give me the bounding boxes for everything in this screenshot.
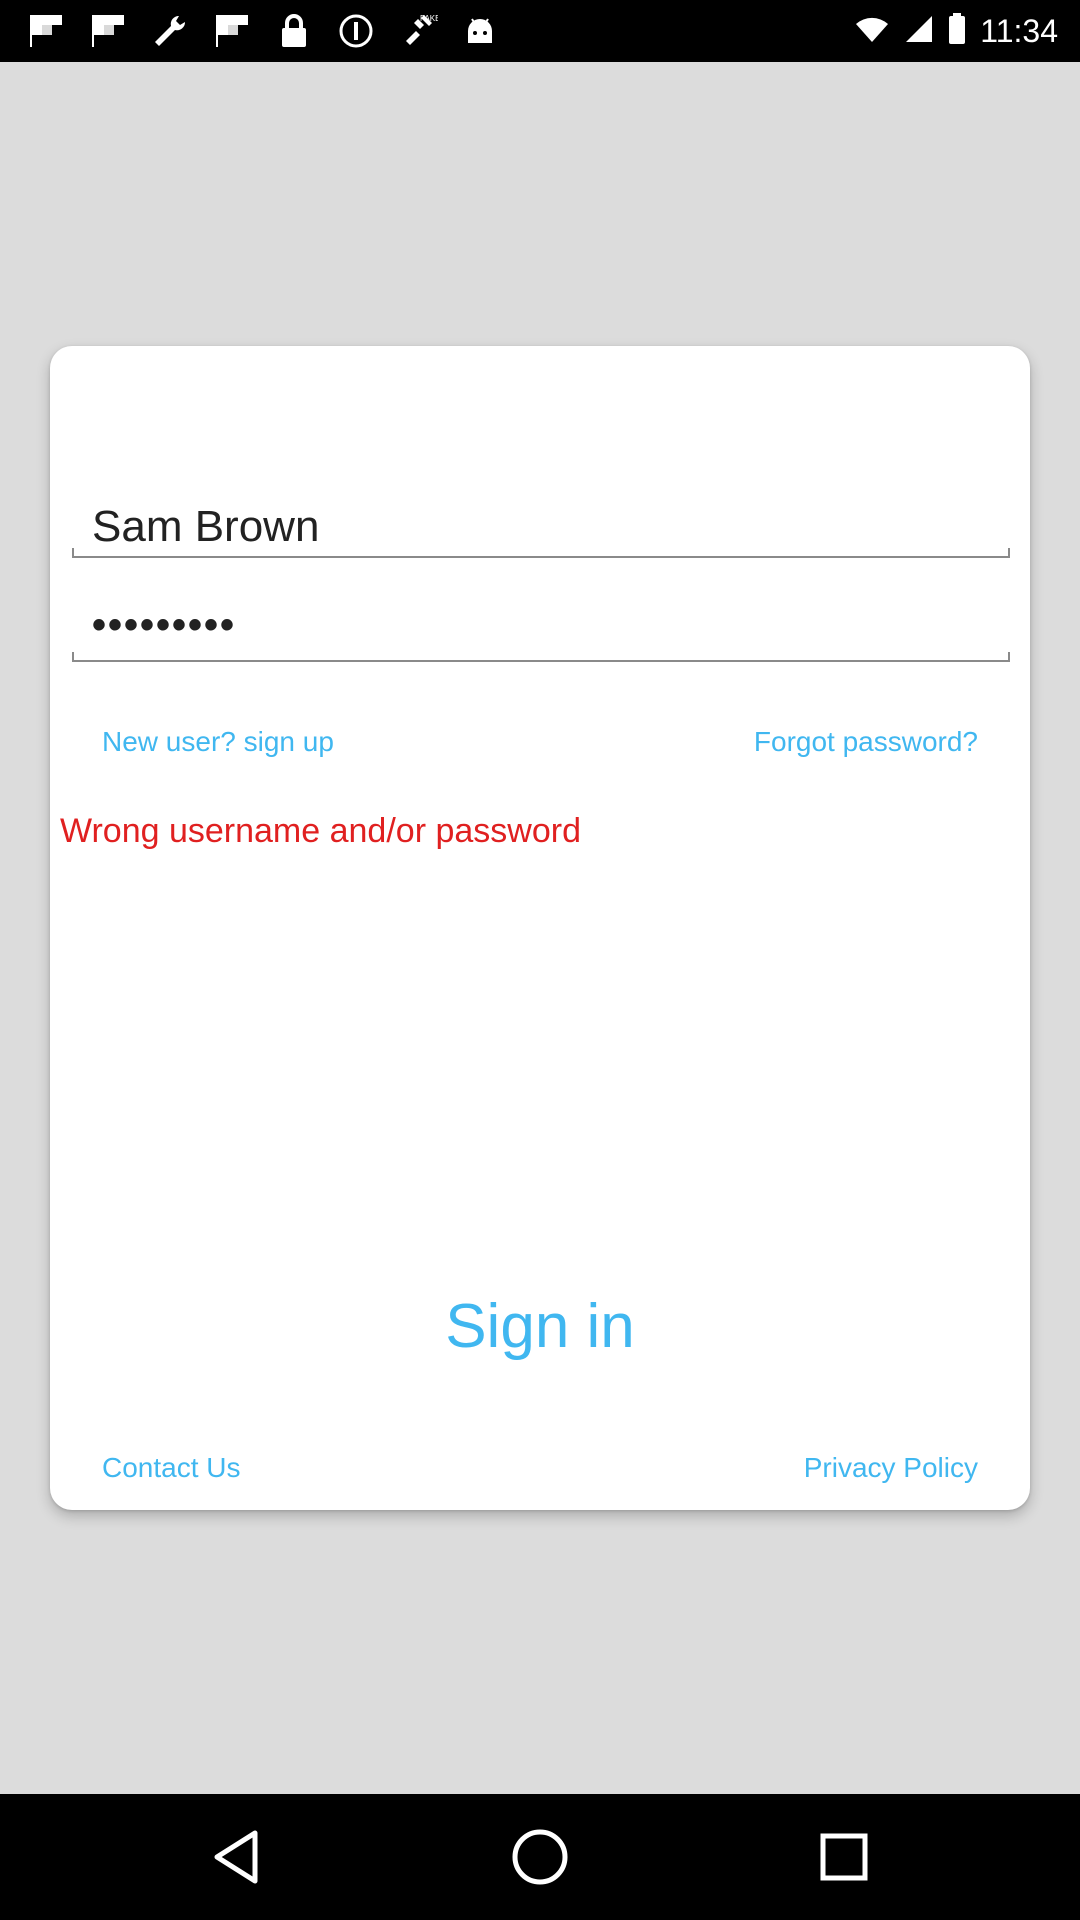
recent-apps-icon[interactable] [812,1825,876,1889]
flipboard-icon [26,11,66,51]
lock-icon [274,11,314,51]
navigation-bar [0,1794,1080,1920]
wifi-icon [854,14,890,49]
flipboard-icon [212,11,252,51]
system-status: 11:34 [854,0,1058,62]
sign-in-button[interactable]: Sign in [50,1286,1030,1366]
fake-gps-icon: FAKE [398,11,438,51]
forgot-password-link[interactable]: Forgot password? [754,726,978,758]
login-card: New user? sign up Forgot password? Wrong… [50,346,1030,1510]
back-icon[interactable] [204,1825,268,1889]
privacy-policy-link[interactable]: Privacy Policy [804,1452,978,1484]
username-input[interactable] [72,486,1010,556]
home-icon[interactable] [508,1825,572,1889]
status-bar: FAKE 11:34 [0,0,1080,62]
wrench-icon [150,11,190,51]
flipboard-icon [88,11,128,51]
clock: 11:34 [980,12,1058,49]
password-field[interactable] [72,590,1010,662]
svg-text:FAKE: FAKE [420,14,438,23]
password-input[interactable] [72,590,1010,660]
info-icon [336,11,376,51]
cell-signal-icon [904,14,934,49]
signup-link[interactable]: New user? sign up [102,726,334,758]
android-icon [460,11,500,51]
error-message: Wrong username and/or password [60,812,581,850]
contact-us-link[interactable]: Contact Us [102,1452,241,1484]
battery-icon [948,12,966,50]
username-field[interactable] [72,486,1010,558]
notification-icons: FAKE [26,12,500,50]
